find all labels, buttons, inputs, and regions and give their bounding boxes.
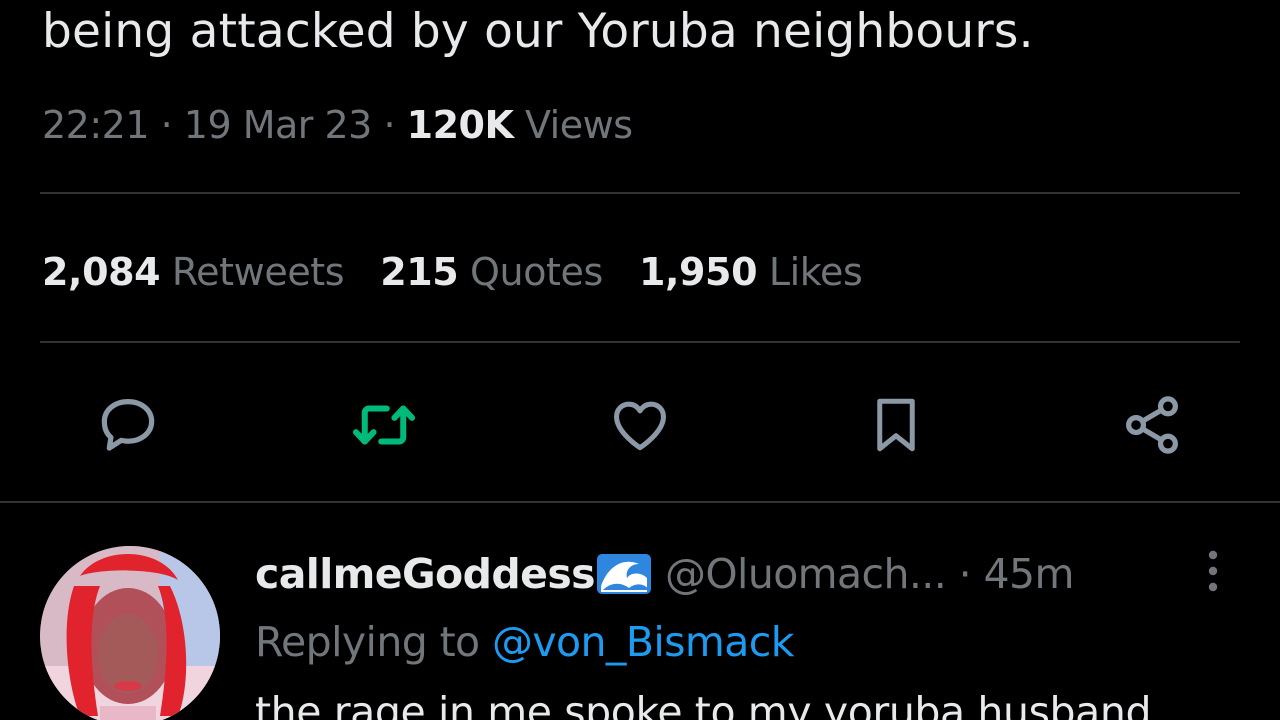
divider [40,341,1240,343]
reply-timestamp[interactable]: 45m [984,550,1075,598]
display-name[interactable]: callmeGoddess [255,550,596,598]
retweets-count: 2,084 [42,250,161,294]
like-icon [606,393,674,457]
share-button[interactable] [1117,390,1187,460]
divider [0,501,1280,503]
tweet-time: 22:21 [42,103,150,147]
views-count: 120K [406,103,514,147]
tweet-text: being attacked by our Yoruba neighbours. [42,4,1034,59]
user-handle[interactable]: @Oluomach... [665,550,947,598]
quotes-count: 215 [380,250,459,294]
more-vertical-icon [1195,550,1231,600]
retweets-stat[interactable]: 2,084 Retweets [42,248,345,296]
bookmark-icon [866,392,926,458]
share-icon [1119,392,1185,458]
bookmark-button[interactable] [861,390,931,460]
meta-separator: · [160,103,173,147]
replying-label: Replying to [255,618,480,666]
replying-handle-link[interactable]: @von_Bismack [492,618,794,666]
quotes-stat[interactable]: 215 Quotes [380,248,603,296]
reply-text: the rage in me spoke to my yoruba husban… [255,688,1152,720]
tweet-date: 19 Mar 23 [183,103,373,147]
divider [40,192,1240,194]
quotes-label: Quotes [470,250,603,294]
retweet-button[interactable] [349,390,419,460]
retweet-icon [348,392,420,458]
like-button[interactable] [605,390,675,460]
engagement-stats: 2,084 Retweets 215 Quotes 1,950 Likes [42,248,898,296]
likes-stat[interactable]: 1,950 Likes [638,248,863,296]
tweet-metadata: 22:21 · 19 Mar 23 · 120K Views [42,102,633,148]
likes-count: 1,950 [638,250,758,294]
water-wave-emoji-icon [595,552,653,596]
likes-label: Likes [768,250,863,294]
more-options-button[interactable] [1195,546,1231,596]
retweets-label: Retweets [171,250,345,294]
reply-button[interactable] [93,390,163,460]
header-separator: · [958,550,972,598]
reply-header: callmeGoddess @Oluomach... · 45m [255,548,1074,600]
reply-tweet[interactable]: callmeGoddess @Oluomach... · 45m Replyin… [0,520,1280,720]
views-label: Views [525,103,633,147]
avatar[interactable] [40,546,220,720]
replying-to: Replying to @von_Bismack [255,616,794,668]
views-link[interactable]: 120K Views [407,103,633,147]
meta-separator: · [383,103,396,147]
tweet-action-bar [0,390,1280,460]
reply-icon [95,392,161,458]
